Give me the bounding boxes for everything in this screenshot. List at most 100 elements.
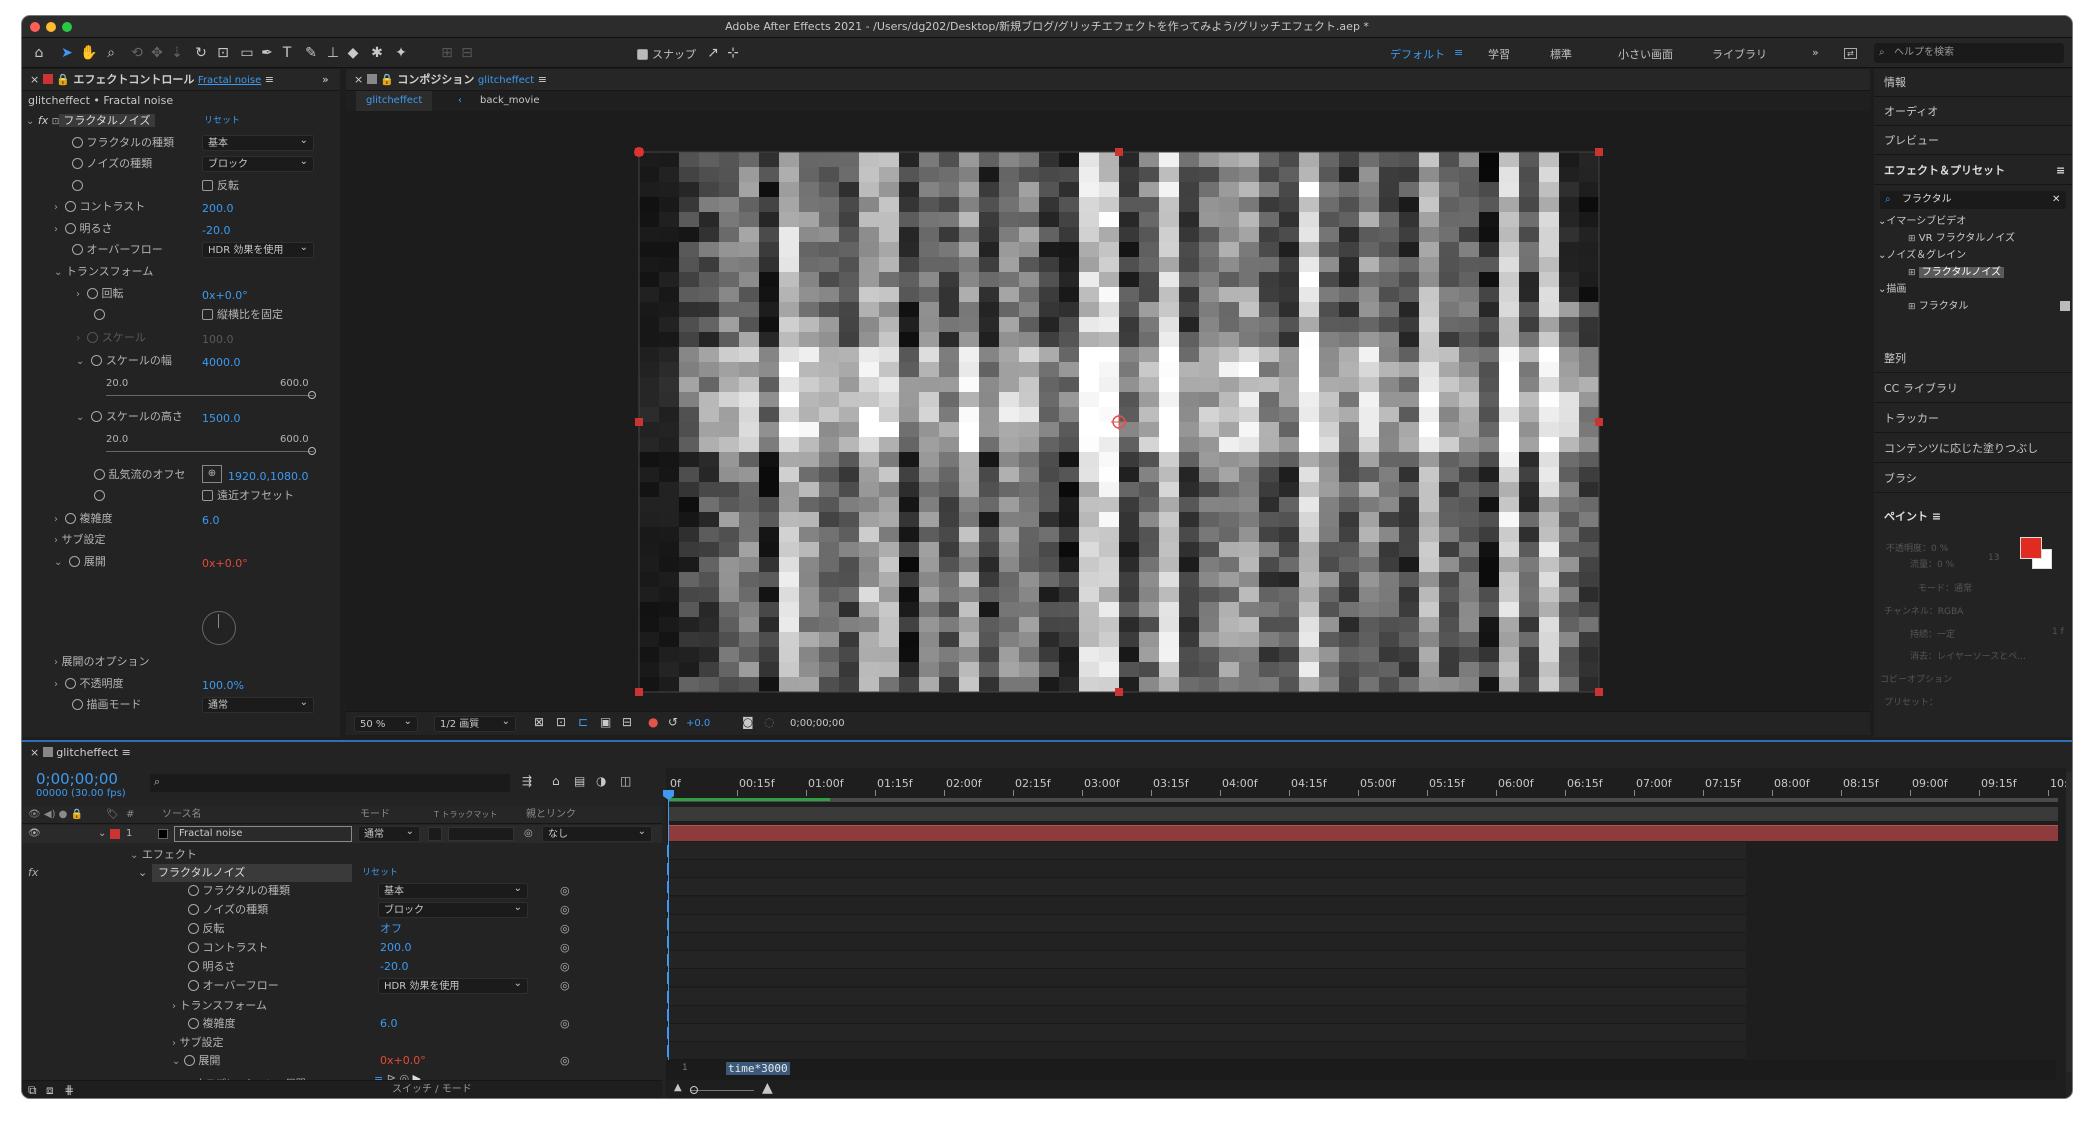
roto-brush-tool-icon[interactable]: ✱ [366,43,388,63]
property-track[interactable] [666,987,1746,1006]
tl-prop-value[interactable]: 200.0 [380,939,412,957]
complexity-value[interactable]: 6.0 [202,511,220,531]
quality-dropdown[interactable]: 1/2 画質 [434,714,516,732]
composition-tab-name[interactable]: glitcheffect [478,75,534,86]
contrast-value[interactable]: 200.0 [202,199,234,219]
brush-tool-icon[interactable]: ✎ [300,43,322,63]
expand-arrow-icon[interactable]: › [54,202,58,213]
zoom-dropdown[interactable]: 50 % [354,714,418,732]
brush-panel-tab[interactable]: ブラシ [1874,465,2072,493]
property-track[interactable] [666,842,1746,860]
slider-handle[interactable] [308,391,316,399]
pickwhip-icon[interactable]: ◎ [560,977,570,995]
invert-checkbox[interactable] [202,180,213,191]
content-aware-fill-panel-tab[interactable]: コンテンツに応じた塗りつぶし [1874,435,2072,463]
parent-pickwhip-icon[interactable]: ◎ [524,825,533,843]
expand-arrow-icon[interactable]: › [54,514,58,525]
effect-controls-layer-name[interactable]: Fractal noise [198,75,261,86]
property-track[interactable] [666,1042,1746,1061]
snap-option-icon[interactable]: ↗ [702,43,724,63]
graph-editor-icon[interactable]: ◫ [620,774,631,788]
effects-presets-header[interactable]: エフェクト＆プリセット ≡ [1874,157,2072,185]
tl-complexity-value[interactable]: 6.0 [380,1015,398,1033]
channel-icon[interactable]: ⊟ [622,715,632,729]
stopwatch-icon[interactable] [72,699,83,710]
info-panel-tab[interactable]: 情報 [1874,69,2072,97]
scale-width-slider[interactable] [106,391,316,399]
stopwatch-icon[interactable] [188,904,199,915]
timeline-tab[interactable]: glitcheffect [56,746,118,759]
scale-width-value[interactable]: 4000.0 [202,353,241,373]
workspace-learn[interactable]: 学習 [1488,46,1510,62]
prop-sub-settings[interactable]: › サブ設定 [54,530,106,550]
in-out-icon[interactable]: ⋕ [64,1081,74,1098]
align-icon[interactable]: ⊞ [436,43,458,63]
expand-arrow-icon[interactable]: ⌄ [138,864,147,882]
property-track[interactable] [666,933,1746,951]
tree-category[interactable]: ⌄イマーシブビデオ [1878,212,1966,227]
eraser-tool-icon[interactable]: ◆ [342,43,364,63]
stopwatch-icon[interactable] [188,980,199,991]
motion-blur-icon[interactable]: ◑ [596,774,606,788]
stopwatch-icon[interactable] [72,158,83,169]
parent-dropdown[interactable]: なし [542,824,652,842]
comp-timecode[interactable]: 0;00;00;00 [790,718,845,729]
workspace-standard[interactable]: 標準 [1550,46,1572,62]
color-channel-icon[interactable]: ● [648,715,658,729]
tree-category[interactable]: ⌄ノイズ＆グレイン [1878,246,1966,261]
expand-arrow-icon[interactable]: ⌄ [26,116,34,127]
brightness-value[interactable]: -20.0 [202,221,230,241]
pan-behind-tool-icon[interactable]: ⊡ [212,43,234,63]
paint-panel-header[interactable]: ペイント ≡ [1874,503,2072,531]
tree-effect-item[interactable]: ⊞ フラクタルノイズ [1908,263,2005,278]
property-track[interactable] [666,1024,1746,1042]
stopwatch-icon[interactable] [87,332,99,343]
audio-panel-tab[interactable]: オーディオ [1874,98,2072,126]
stopwatch-icon[interactable] [188,961,199,972]
zoom-out-icon[interactable]: ▲ [674,1082,682,1093]
layer-switches-icon[interactable]: ⧉ [28,1081,37,1098]
tree-category[interactable]: ⌄描画 [1878,280,1906,295]
tree-effect-item[interactable]: ⊞ フラクタル [1908,297,1968,312]
home-icon[interactable]: ⌂ [28,43,50,63]
current-time-indicator[interactable] [663,790,674,1060]
noise-type-dropdown[interactable]: ブロック [202,154,314,172]
pan-camera-icon[interactable]: ✥ [146,43,168,63]
stopwatch-icon[interactable] [94,490,105,501]
property-track[interactable] [666,860,1746,879]
puppet-tool-icon[interactable]: ✦ [390,43,412,63]
expand-arrow-icon[interactable]: › [54,657,58,668]
timeline-reset-link[interactable]: リセット [362,864,398,882]
expand-arrow-icon[interactable]: › [54,224,58,235]
expand-arrow-icon[interactable]: ⌄ [54,557,62,568]
stopwatch-icon[interactable] [65,201,76,212]
effect-reset-link[interactable]: リセット [204,111,240,131]
rotation-tool-icon[interactable]: ↻ [190,43,212,63]
stopwatch-icon[interactable] [188,923,199,934]
tl-prop-dropdown[interactable]: HDR 効果を使用 [378,976,528,994]
breadcrumb-back-movie[interactable]: back_movie [480,91,539,111]
pickwhip-icon[interactable]: ◎ [560,920,570,938]
crosshair-icon[interactable]: ⊕ [202,465,222,483]
dolly-camera-icon[interactable]: ⇣ [166,43,188,63]
prop-transform[interactable]: ⌄ トランスフォーム [54,262,153,282]
expand-arrow-icon[interactable]: › [54,679,58,690]
property-track[interactable] [666,969,1746,988]
stopwatch-icon[interactable] [91,411,103,422]
stopwatch-icon[interactable] [188,942,199,953]
stopwatch-icon[interactable] [87,288,98,299]
zoom-tool-icon[interactable]: ⌕ [100,43,122,63]
show-snapshot-icon[interactable]: ◌ [764,715,774,729]
tl-prop-value[interactable]: オフ [380,920,402,938]
zoom-in-icon[interactable]: ▲ [762,1080,773,1096]
composition-viewer[interactable] [639,152,1599,692]
property-track[interactable] [666,914,1746,933]
selection-tool-icon[interactable]: ➤ [56,43,78,63]
property-track[interactable] [666,1005,1746,1024]
stopwatch-icon[interactable] [91,355,103,366]
stopwatch-icon[interactable] [72,137,83,148]
stopwatch-icon[interactable] [72,244,83,255]
fx-effect-row[interactable]: fx ⌄ フラクタルノイズ リセット [28,864,706,882]
breadcrumb-glitcheffect[interactable]: glitcheffect [356,91,433,111]
distribute-icon[interactable]: ⊟ [456,43,478,63]
